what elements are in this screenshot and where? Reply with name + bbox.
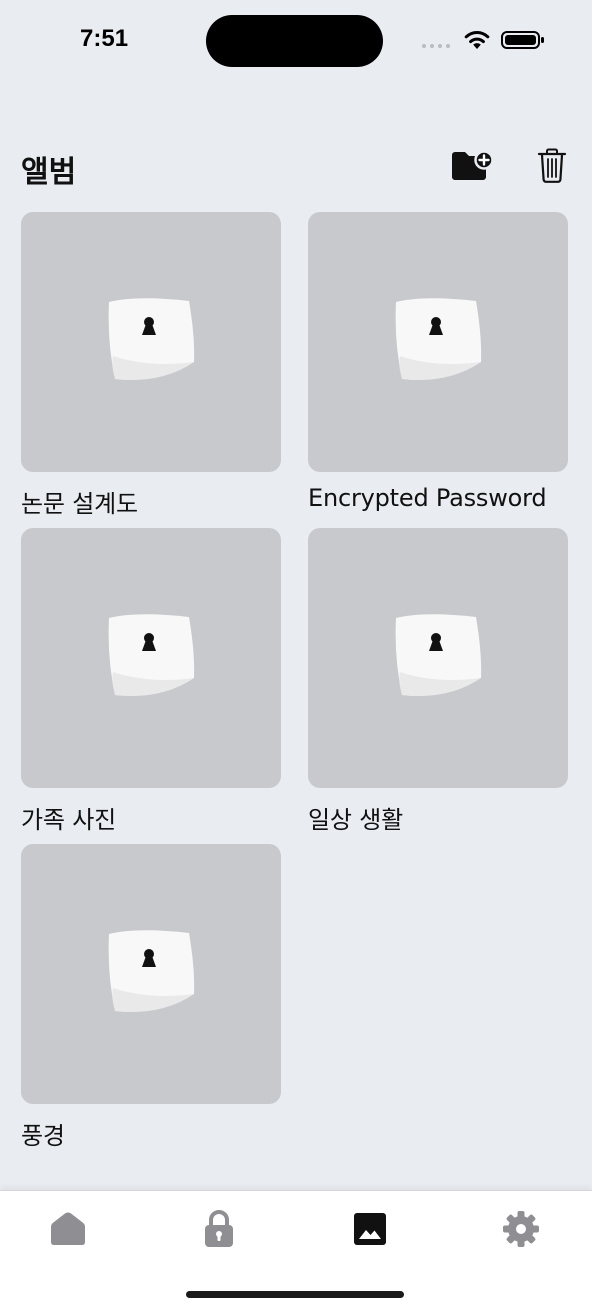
home-icon xyxy=(51,1212,85,1245)
tab-bar xyxy=(0,1190,592,1311)
album-name: 가족 사진 xyxy=(21,806,116,834)
trash-icon xyxy=(537,148,567,183)
album-card[interactable]: 논문 설계도 xyxy=(21,212,281,519)
lock-icon xyxy=(205,1210,233,1247)
album-card[interactable]: 가족 사진 xyxy=(21,528,281,835)
album-name: Encrypted Password xyxy=(308,484,547,512)
cellular-signal-icon xyxy=(422,44,450,48)
folder-plus-icon xyxy=(452,150,494,180)
album-name: 논문 설계도 xyxy=(21,490,138,518)
dynamic-island xyxy=(206,15,383,67)
album-thumbnail xyxy=(21,844,281,1104)
status-bar: 7:51 xyxy=(0,0,592,80)
album-card[interactable]: 풍경 xyxy=(21,844,281,1151)
album-card[interactable]: 일상 생활 xyxy=(308,528,568,835)
delete-album-button[interactable] xyxy=(530,146,574,186)
album-thumbnail xyxy=(308,212,568,472)
gear-icon xyxy=(503,1211,539,1247)
locked-safe-icon xyxy=(395,298,482,380)
page-title: 앨범 xyxy=(21,155,77,190)
locked-safe-icon xyxy=(108,614,195,696)
album-name: 일상 생활 xyxy=(308,806,403,834)
wifi-icon xyxy=(464,30,490,49)
tab-settings[interactable] xyxy=(491,1207,551,1251)
new-album-button[interactable] xyxy=(450,146,494,186)
tab-lock[interactable] xyxy=(189,1207,249,1251)
album-thumbnail xyxy=(21,212,281,472)
locked-safe-icon xyxy=(108,930,195,1012)
album-card[interactable]: Encrypted Password xyxy=(308,212,568,512)
album-thumbnail xyxy=(308,528,568,788)
photo-icon xyxy=(354,1213,386,1245)
tab-album[interactable] xyxy=(340,1207,400,1251)
locked-safe-icon xyxy=(395,614,482,696)
album-thumbnail xyxy=(21,528,281,788)
status-time: 7:51 xyxy=(80,25,129,52)
battery-icon xyxy=(501,31,544,49)
locked-safe-icon xyxy=(108,298,195,380)
tab-home[interactable] xyxy=(38,1207,98,1251)
home-indicator xyxy=(186,1291,404,1298)
album-name: 풍경 xyxy=(21,1122,65,1150)
